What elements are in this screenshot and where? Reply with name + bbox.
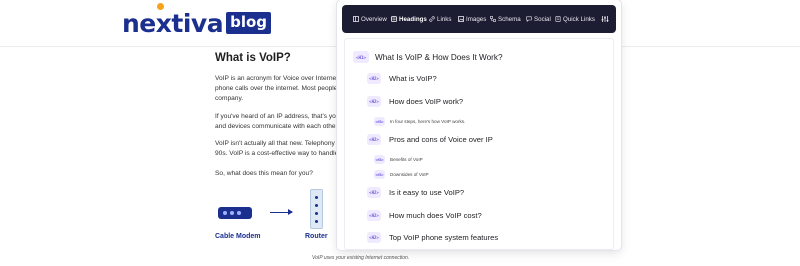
heading-item-h3[interactable]: <H3> In four steps, here's how VoIP work…	[374, 117, 465, 126]
heading-text: What Is VoIP & How Does It Work?	[375, 52, 503, 62]
heading-text: Is it easy to use VoIP?	[389, 188, 465, 197]
article-paragraph-1: VoIP is an acronym for Voice over Intern…	[215, 74, 340, 104]
social-icon	[526, 16, 532, 22]
paragraph-line: VoIP is an acronym for Voice over Intern…	[215, 75, 340, 82]
heading-text: In four steps, here's how VoIP works.	[390, 119, 466, 124]
tab-headings[interactable]: Headings	[391, 5, 427, 33]
cable-modem-icon	[218, 207, 252, 219]
tab-quick-links[interactable]: Quick Links	[555, 5, 595, 33]
paragraph-line: phone calls over the internet. Most peop…	[215, 85, 338, 92]
quick-links-icon	[555, 16, 561, 22]
seo-extension-popup: Overview Headings Links Images Schema So…	[337, 0, 621, 250]
logo-blog-tag: blog	[226, 12, 271, 34]
tab-label: Quick Links	[563, 15, 595, 23]
heading-text: Top VoIP phone system features	[389, 233, 499, 242]
heading-level-badge: <H2>	[367, 232, 381, 243]
heading-level-badge: <H3>	[374, 170, 385, 179]
tab-social[interactable]: Social	[526, 5, 551, 33]
tab-label: Links	[437, 15, 452, 23]
heading-item-h2[interactable]: <H2> How much does VoIP cost?	[367, 210, 482, 221]
headings-list: <H1> What Is VoIP & How Does It Work? <H…	[344, 38, 614, 250]
nextiva-blog-logo[interactable]: nextiva blog	[122, 3, 271, 38]
heading-level-badge: <H2>	[367, 187, 381, 198]
diagram-caption: VoIP uses your existing Internet connect…	[312, 255, 410, 261]
image-icon	[458, 16, 464, 22]
tab-label: Schema	[498, 15, 521, 23]
article-paragraph-3: VoIP isn't actually all that new. Teleph…	[215, 139, 340, 159]
tab-schema[interactable]: Schema	[490, 5, 521, 33]
article-heading: What is VoIP?	[215, 52, 291, 64]
heading-level-badge: <H2>	[367, 210, 381, 221]
tab-label: Overview	[361, 15, 387, 23]
heading-text: How does VoIP work?	[389, 97, 464, 106]
tab-images[interactable]: Images	[458, 5, 486, 33]
router-label: Router	[305, 233, 328, 240]
heading-item-h3[interactable]: <H3> Benefits of VoIP	[374, 155, 423, 164]
heading-text: How much does VoIP cost?	[389, 211, 482, 220]
tab-bar: Overview Headings Links Images Schema So…	[342, 5, 616, 33]
link-icon	[429, 16, 435, 22]
arrow-right-icon	[270, 209, 293, 215]
heading-item-h1[interactable]: <H1> What Is VoIP & How Does It Work?	[353, 51, 503, 63]
article-paragraph-4: So, what does this mean for you?	[215, 169, 340, 179]
paragraph-line: company.	[215, 95, 244, 102]
heading-text: Downsides of VoIP	[390, 172, 429, 177]
tab-label: Social	[534, 15, 551, 23]
tab-label: Headings	[399, 15, 427, 23]
heading-item-h2[interactable]: <H2> Top VoIP phone system features	[367, 232, 498, 243]
overview-icon	[353, 16, 359, 22]
paragraph-line: So, what does this mean for you?	[215, 170, 313, 177]
article-paragraph-2: If you've heard of an IP address, that's…	[215, 112, 340, 132]
heading-level-badge: <H1>	[353, 51, 369, 63]
paragraph-line: 90s. VoIP is a cost-effective way to han…	[215, 150, 339, 157]
heading-level-badge: <H3>	[374, 155, 385, 164]
heading-text: Benefits of VoIP	[390, 157, 423, 162]
paragraph-line: If you've heard of an IP address, that's…	[215, 113, 340, 120]
cable-modem-label: Cable Modem	[215, 233, 261, 240]
heading-item-h2[interactable]: <H2> Pros and cons of Voice over IP	[367, 134, 493, 145]
article-body: What is VoIP? VoIP is an acronym for Voi…	[215, 52, 355, 177]
heading-level-badge: <H2>	[367, 73, 381, 84]
paragraph-line: and devices communicate with each other	[215, 123, 338, 130]
paragraph-line: VoIP isn't actually all that new. Teleph…	[215, 140, 335, 147]
heading-text: What is VoIP?	[389, 74, 437, 83]
heading-text: Pros and cons of Voice over IP	[389, 135, 493, 144]
heading-level-badge: <H2>	[367, 96, 381, 107]
voip-diagram: Cable Modem Router	[215, 186, 345, 246]
tab-settings[interactable]	[601, 5, 611, 33]
heading-level-badge: <H2>	[367, 134, 381, 145]
router-icon	[310, 189, 323, 229]
settings-sliders-icon	[601, 15, 609, 23]
logo-wordmark: nextiva	[122, 8, 224, 38]
schema-icon	[490, 16, 496, 22]
tab-overview[interactable]: Overview	[353, 5, 387, 33]
logo-dot	[157, 3, 164, 10]
heading-level-badge: <H3>	[374, 117, 385, 126]
heading-item-h2[interactable]: <H2> What is VoIP?	[367, 73, 437, 84]
tab-label: Images	[466, 15, 487, 23]
heading-item-h3[interactable]: <H3> Downsides of VoIP	[374, 170, 429, 179]
heading-item-h2[interactable]: <H2> Is it easy to use VoIP?	[367, 187, 464, 198]
heading-item-h2[interactable]: <H2> How does VoIP work?	[367, 96, 463, 107]
headings-icon	[391, 16, 397, 22]
tab-links[interactable]: Links	[429, 5, 451, 33]
